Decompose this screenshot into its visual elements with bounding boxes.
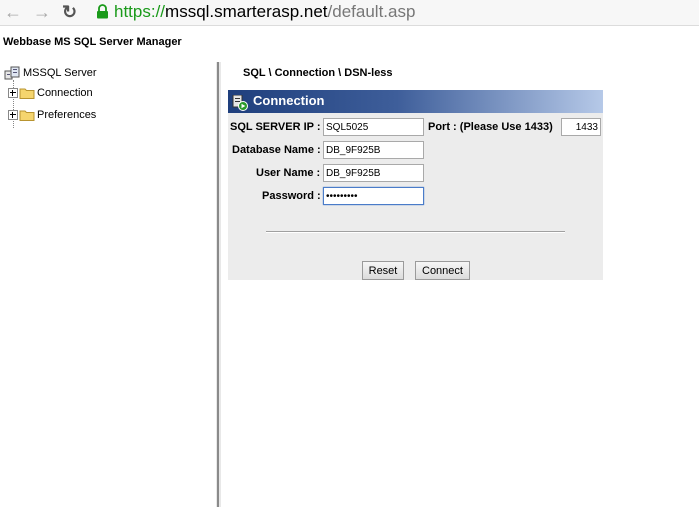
browser-toolbar: ← → ↻ https://mssql.smarterasp.net/defau… [0, 0, 699, 26]
folder-icon [19, 110, 35, 122]
form-divider [266, 231, 565, 233]
panel-splitter[interactable] [216, 62, 221, 507]
reset-button[interactable]: Reset [362, 261, 404, 280]
breadcrumb: SQL \ Connection \ DSN-less [243, 67, 393, 79]
port-input[interactable] [561, 118, 601, 136]
url-scheme: https:// [114, 2, 166, 21]
password-label: Password : [262, 190, 321, 202]
expand-icon[interactable] [8, 88, 18, 99]
server-icon [4, 66, 20, 80]
tree-item-preferences[interactable]: Preferences [8, 108, 96, 122]
database-name-input[interactable] [323, 141, 424, 159]
url-host: mssql.smarterasp.net [165, 2, 328, 21]
tree-item-label: Preferences [37, 109, 97, 121]
connect-button[interactable]: Connect [415, 261, 470, 280]
tree-item-connection[interactable]: Connection [8, 86, 93, 100]
panel-title: Connection [253, 93, 325, 108]
panel-header: Connection [228, 90, 603, 113]
user-name-label: User Name : [256, 167, 321, 179]
database-name-label: Database Name : [232, 144, 321, 156]
port-label: Port : (Please Use 1433) [428, 121, 553, 133]
lock-icon [97, 4, 108, 19]
folder-icon [19, 88, 35, 100]
app-title: Webbase MS SQL Server Manager [3, 36, 182, 48]
reload-icon[interactable]: ↻ [62, 2, 77, 22]
tree-root-mssql-server[interactable]: MSSQL Server [4, 66, 97, 80]
password-input[interactable] [323, 187, 424, 205]
tree-item-label: Connection [37, 87, 93, 99]
url-path: /default.asp [327, 2, 416, 21]
user-name-input[interactable] [323, 164, 424, 182]
server-ip-label: SQL SERVER IP : [230, 121, 321, 133]
back-arrow-icon[interactable]: ← [4, 2, 22, 22]
expand-icon[interactable] [8, 110, 18, 121]
connection-icon [232, 95, 248, 111]
server-ip-input[interactable] [323, 118, 424, 136]
forward-arrow-icon[interactable]: → [33, 2, 51, 22]
address-bar[interactable]: https://mssql.smarterasp.net/default.asp [96, 1, 415, 23]
connection-panel: Connection SQL SERVER IP : Port : (Pleas… [228, 90, 603, 280]
tree-root-label: MSSQL Server [23, 66, 97, 79]
